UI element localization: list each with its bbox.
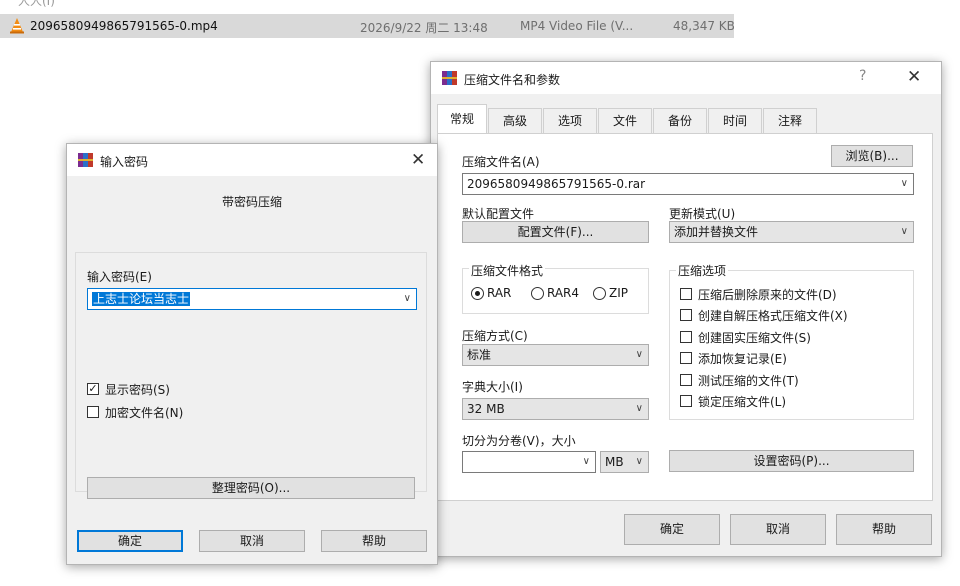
file-type: MP4 Video File (V... [520, 19, 634, 33]
split-unit-select[interactable]: MB ∨ [600, 451, 649, 473]
chevron-down-icon[interactable]: ∨ [404, 289, 411, 309]
delete-after-label: 压缩后删除原来的文件(D) [698, 288, 837, 302]
update-mode-select[interactable]: 添加并替换文件 ∨ [669, 221, 914, 243]
tab-comment[interactable]: 注释 [763, 108, 817, 134]
solid-label: 创建固实压缩文件(S) [698, 331, 811, 345]
file-date: 2026/9/22 周二 13:48 [360, 21, 488, 35]
encrypt-names-label: 加密文件名(N) [105, 406, 184, 420]
split-size-input[interactable]: ∨ [462, 451, 596, 473]
archive-name-input[interactable]: 2096580949865791565-0.rar ∨ [462, 173, 914, 195]
password-dialog: 输入密码 ✕ 带密码压缩 输入密码(E) 上志士论坛当志士 ∨ ✓ 显示密码(S… [66, 143, 438, 565]
archive-dialog-titlebar[interactable]: 压缩文件名和参数 ? ✕ [431, 62, 941, 94]
format-zip-radio[interactable] [593, 287, 606, 300]
tab-options[interactable]: 选项 [543, 108, 597, 134]
password-label: 输入密码(E) [87, 270, 152, 284]
format-rar-radio[interactable] [471, 287, 484, 300]
solid-checkbox[interactable] [680, 331, 692, 343]
options-group-label: 压缩选项 [676, 262, 729, 279]
format-group-label: 压缩文件格式 [469, 262, 546, 279]
show-password-checkbox[interactable]: ✓ [87, 383, 99, 395]
cancel-button[interactable]: 取消 [199, 530, 305, 552]
test-archive-label: 测试压缩的文件(T) [698, 374, 799, 388]
vlc-file-icon [10, 18, 24, 34]
help-button[interactable]: 帮助 [836, 514, 932, 545]
chevron-down-icon[interactable]: ∨ [583, 452, 590, 472]
method-label: 压缩方式(C) [462, 329, 528, 343]
password-value: 上志士论坛当志士 [92, 292, 191, 306]
update-mode-value: 添加并替换文件 [674, 225, 759, 239]
method-value: 标准 [467, 348, 492, 362]
close-icon[interactable]: ✕ [907, 67, 921, 87]
default-profile-label: 默认配置文件 [462, 207, 535, 221]
format-rar-label: RAR [487, 286, 512, 300]
chevron-down-icon: ∨ [635, 349, 643, 360]
split-unit-value: MB [605, 455, 624, 469]
archive-name-label: 压缩文件名(A) [462, 155, 540, 169]
help-question-icon[interactable]: ? [859, 68, 866, 84]
file-size: 48,347 KB [673, 19, 735, 33]
winrar-app-icon [442, 71, 457, 85]
archive-name-value: 2096580949865791565-0.rar [467, 177, 646, 191]
split-volume-label: 切分为分卷(V)，大小 [462, 434, 576, 448]
set-password-button[interactable]: 设置密码(P)... [669, 450, 914, 472]
file-name: 2096580949865791565-0.mp4 [30, 19, 218, 33]
chevron-down-icon: ∨ [635, 403, 643, 414]
encrypt-names-checkbox[interactable] [87, 406, 99, 418]
browse-button[interactable]: 浏览(B)... [831, 145, 913, 167]
format-rar4-radio[interactable] [531, 287, 544, 300]
format-zip-label: ZIP [609, 286, 628, 300]
sfx-label: 创建自解压格式压缩文件(X) [698, 309, 848, 323]
sfx-checkbox[interactable] [680, 309, 692, 321]
profile-button[interactable]: 配置文件(F)... [462, 221, 649, 243]
cancel-button[interactable]: 取消 [730, 514, 826, 545]
file-list-row[interactable]: 2096580949865791565-0.mp4 2026/9/22 周二 1… [0, 14, 735, 38]
password-input[interactable]: 上志士论坛当志士 ∨ [87, 288, 417, 310]
close-icon[interactable]: ✕ [411, 150, 425, 170]
tab-backup[interactable]: 备份 [653, 108, 707, 134]
format-rar4-label: RAR4 [547, 286, 580, 300]
help-button[interactable]: 帮助 [321, 530, 427, 552]
test-archive-checkbox[interactable] [680, 374, 692, 386]
lock-archive-label: 锁定压缩文件(L) [698, 395, 787, 409]
cut-off-header-text: 人人(I) [18, 0, 55, 8]
tab-files[interactable]: 文件 [598, 108, 652, 134]
archive-params-dialog: 压缩文件名和参数 ? ✕ 常规 高级 选项 文件 备份 时间 注释 压缩文件名(… [430, 61, 942, 557]
dict-size-label: 字典大小(I) [462, 380, 523, 394]
lock-archive-checkbox[interactable] [680, 395, 692, 407]
delete-after-checkbox[interactable] [680, 288, 692, 300]
chevron-down-icon: ∨ [635, 456, 643, 467]
show-password-label: 显示密码(S) [105, 383, 170, 397]
chevron-down-icon[interactable]: ∨ [901, 174, 908, 194]
tab-time[interactable]: 时间 [708, 108, 762, 134]
ok-button[interactable]: 确定 [77, 530, 183, 552]
dict-size-select[interactable]: 32 MB ∨ [462, 398, 649, 420]
password-dialog-titlebar[interactable]: 输入密码 ✕ [67, 144, 437, 176]
manage-passwords-button[interactable]: 整理密码(O)... [87, 477, 415, 499]
recovery-record-label: 添加恢复记录(E) [698, 352, 787, 366]
update-mode-label: 更新模式(U) [669, 207, 736, 221]
dict-size-value: 32 MB [467, 402, 505, 416]
archive-dialog-title: 压缩文件名和参数 [464, 73, 561, 87]
method-select[interactable]: 标准 ∨ [462, 344, 649, 366]
password-dialog-subtitle: 带密码压缩 [221, 195, 282, 209]
ok-button[interactable]: 确定 [624, 514, 720, 545]
tab-general[interactable]: 常规 [437, 104, 487, 134]
password-dialog-title: 输入密码 [100, 155, 149, 169]
winrar-app-icon [78, 153, 93, 167]
chevron-down-icon: ∨ [900, 226, 908, 237]
tab-advanced[interactable]: 高级 [488, 108, 542, 134]
recovery-record-checkbox[interactable] [680, 352, 692, 364]
